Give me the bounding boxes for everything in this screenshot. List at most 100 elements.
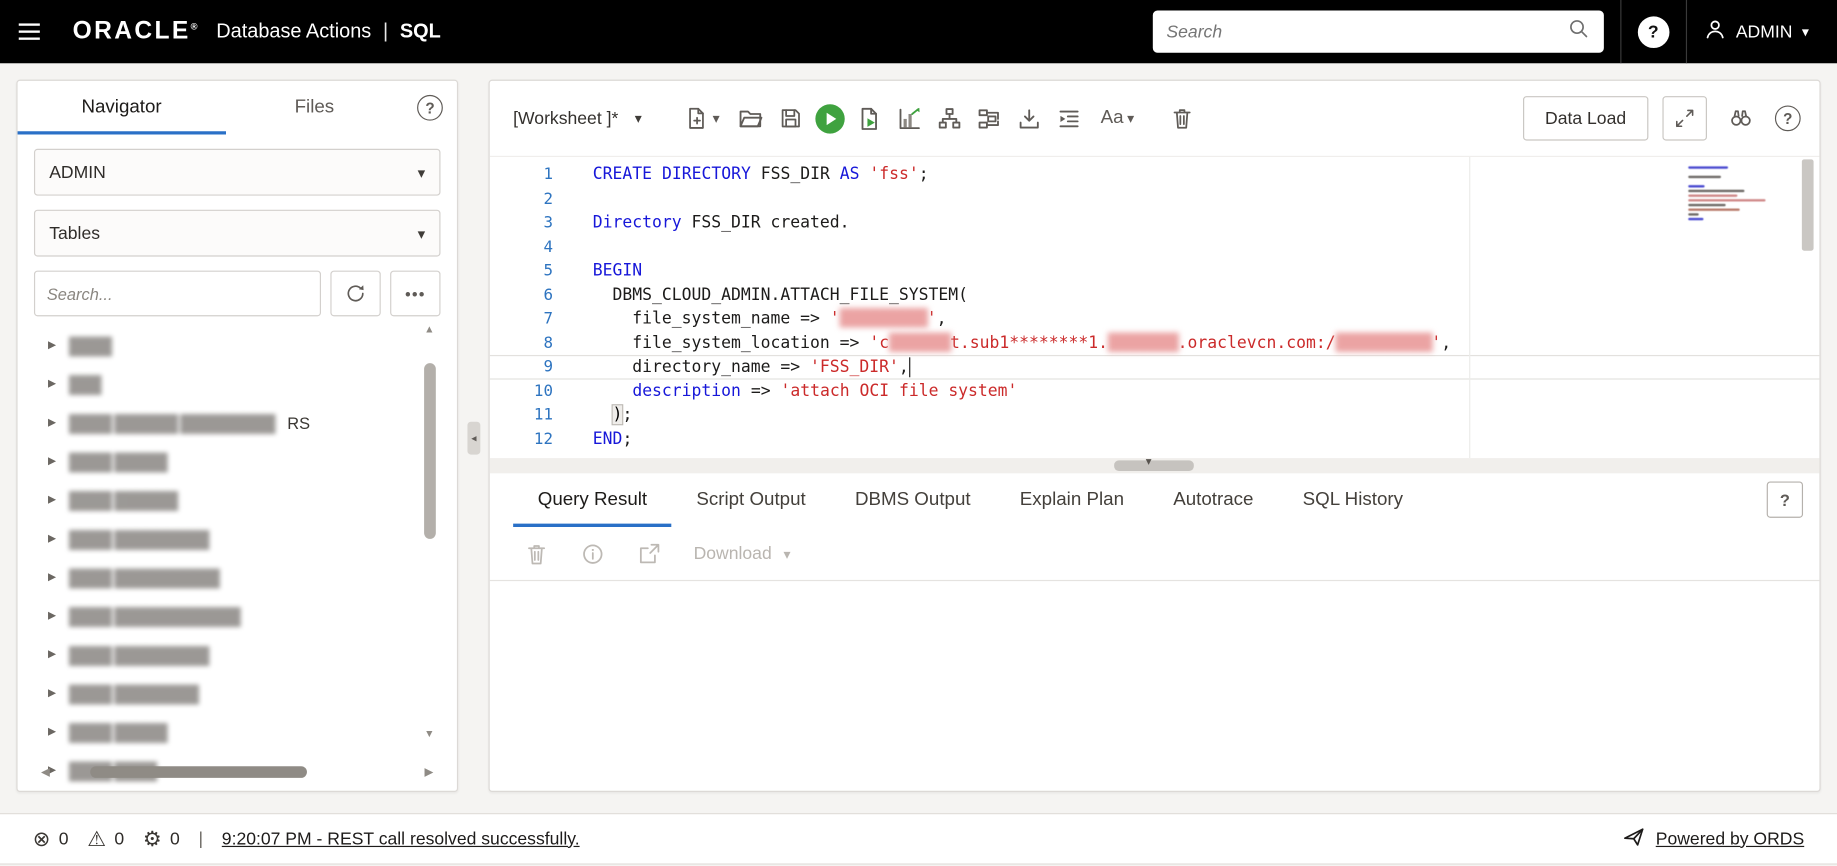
expand-caret-icon[interactable]: ▶ bbox=[48, 455, 56, 468]
tab-autotrace[interactable]: Autotrace bbox=[1149, 473, 1278, 527]
user-menu[interactable]: ADMIN ▾ bbox=[1703, 18, 1837, 46]
scrollbar-thumb[interactable] bbox=[90, 766, 307, 778]
code-line[interactable]: 9 directory_name => 'FSS_DIR', bbox=[489, 354, 1820, 379]
object-type-select[interactable]: Tables ▾ bbox=[33, 209, 441, 257]
tab-files[interactable]: Files bbox=[226, 81, 404, 135]
tab-script-output[interactable]: Script Output bbox=[672, 473, 831, 527]
refresh-button[interactable] bbox=[330, 270, 381, 317]
scroll-up-icon[interactable]: ▲ bbox=[424, 323, 434, 335]
help-icon[interactable]: ? bbox=[1637, 15, 1670, 48]
editor-horizontal-scrollbar[interactable]: ▾ bbox=[489, 456, 1820, 474]
expand-caret-icon[interactable]: ▶ bbox=[48, 339, 56, 352]
worksheet-selector[interactable]: [Worksheet ]* ▾ bbox=[513, 108, 642, 128]
tree-item[interactable]: ▶ ████ █████████ bbox=[48, 635, 457, 674]
tree-item[interactable]: ▶ ████ █████████ bbox=[48, 519, 457, 558]
code-line[interactable]: 11 ); bbox=[490, 403, 1820, 427]
tree-item[interactable]: ▶ ████ ██████████ bbox=[48, 558, 457, 597]
tree-item[interactable]: ▶ ████ bbox=[48, 326, 457, 365]
search-icon[interactable] bbox=[1567, 18, 1589, 46]
worksheet-help-icon[interactable]: ? bbox=[1774, 105, 1801, 132]
autotrace-chart-button[interactable] bbox=[890, 98, 930, 138]
tab-dbms-output[interactable]: DBMS Output bbox=[830, 473, 995, 527]
open-in-new-button[interactable] bbox=[637, 542, 660, 565]
sidebar-search-input[interactable] bbox=[33, 270, 322, 317]
tree-item[interactable]: ▶ ████ ████████████ bbox=[48, 596, 457, 635]
open-file-button[interactable] bbox=[731, 98, 771, 138]
code-line[interactable]: 2 bbox=[490, 187, 1820, 211]
warning-counter[interactable]: ⚠ 0 bbox=[87, 828, 124, 849]
font-size-button[interactable]: Aa ▾ bbox=[1089, 98, 1145, 138]
tree-item[interactable]: ▶ ███ bbox=[48, 364, 457, 403]
maximize-button[interactable] bbox=[1662, 96, 1707, 141]
results-help-icon[interactable]: ? bbox=[1766, 481, 1804, 518]
sidebar: Navigator Files ? ADMIN ▾ Tables ▾ ••• bbox=[16, 79, 459, 792]
clear-worksheet-button[interactable] bbox=[1162, 98, 1202, 138]
run-statement-button[interactable] bbox=[810, 98, 850, 138]
scrollbar-thumb[interactable] bbox=[1114, 460, 1194, 471]
more-actions-button[interactable]: ••• bbox=[390, 270, 441, 317]
status-divider: | bbox=[198, 828, 204, 849]
save-button[interactable] bbox=[771, 98, 811, 138]
expand-caret-icon[interactable]: ▶ bbox=[48, 377, 56, 390]
collapse-results-icon[interactable]: ▾ bbox=[1146, 456, 1152, 469]
code-line[interactable]: 7 file_system_name => '██████████', bbox=[490, 307, 1820, 331]
tab-explain-plan[interactable]: Explain Plan bbox=[995, 473, 1148, 527]
error-counter[interactable]: ⊗ 0 bbox=[33, 828, 69, 849]
tree-item[interactable]: ▶ ████ ██████ █████████ RS bbox=[48, 403, 457, 442]
clear-results-button[interactable] bbox=[525, 542, 548, 565]
expand-caret-icon[interactable]: ▶ bbox=[48, 725, 56, 738]
new-worksheet-button[interactable]: ▾ bbox=[675, 98, 731, 138]
expand-caret-icon[interactable]: ▶ bbox=[48, 532, 56, 545]
format-code-button[interactable] bbox=[1049, 98, 1089, 138]
collapse-sidebar-handle[interactable]: ◂ bbox=[467, 421, 481, 455]
tree-item[interactable]: ▶ ████ ██████ bbox=[48, 480, 457, 519]
tab-query-result[interactable]: Query Result bbox=[513, 473, 672, 527]
sidebar-horizontal-scrollbar[interactable]: ◀ ▶ bbox=[41, 764, 433, 780]
tab-sql-history[interactable]: SQL History bbox=[1278, 473, 1428, 527]
schema-select[interactable]: ADMIN ▾ bbox=[33, 148, 441, 196]
expand-caret-icon[interactable]: ▶ bbox=[48, 493, 56, 506]
app: ORACLE® Database Actions | SQL ? ADMIN ▾… bbox=[0, 0, 1837, 866]
powered-by[interactable]: Powered by ORDS bbox=[1623, 825, 1804, 852]
tree-item[interactable]: ▶ ████ ████████ bbox=[48, 674, 457, 713]
scroll-left-icon[interactable]: ◀ bbox=[41, 766, 50, 779]
sidebar-vertical-scrollbar[interactable]: ▲ ▼ bbox=[423, 323, 437, 739]
scroll-right-icon[interactable]: ▶ bbox=[424, 766, 433, 779]
code-line[interactable]: 6 DBMS_CLOUD_ADMIN.ATTACH_FILE_SYSTEM( bbox=[490, 283, 1820, 307]
sidebar-help-icon[interactable]: ? bbox=[417, 94, 443, 121]
sql-monitor-button[interactable] bbox=[970, 98, 1010, 138]
process-counter[interactable]: ⚙ 0 bbox=[143, 828, 180, 849]
code-line[interactable]: 3 Directory FSS_DIR created. bbox=[490, 211, 1820, 235]
expand-caret-icon[interactable]: ▶ bbox=[48, 416, 56, 429]
hamburger-menu-icon[interactable] bbox=[0, 0, 59, 63]
editor-vertical-scrollbar[interactable] bbox=[1801, 159, 1814, 455]
download-results-button[interactable]: Download ▾ bbox=[694, 544, 791, 564]
editor-minimap[interactable] bbox=[1688, 166, 1791, 222]
download-button[interactable] bbox=[1010, 98, 1050, 138]
explain-plan-button[interactable] bbox=[930, 98, 970, 138]
expand-caret-icon[interactable]: ▶ bbox=[48, 571, 56, 584]
find-replace-button[interactable] bbox=[1721, 98, 1761, 138]
scrollbar-thumb[interactable] bbox=[424, 363, 436, 539]
code-line[interactable]: 12 END; bbox=[490, 427, 1820, 451]
data-load-button[interactable]: Data Load bbox=[1522, 96, 1649, 141]
code-line[interactable]: 8 file_system_location => 'c███████t.sub… bbox=[490, 331, 1820, 355]
scroll-down-icon[interactable]: ▼ bbox=[424, 728, 434, 740]
tab-navigator[interactable]: Navigator bbox=[18, 81, 226, 135]
global-search-input[interactable] bbox=[1166, 21, 1568, 42]
code-editor[interactable]: 1 CREATE DIRECTORY FSS_DIR AS 'fss'; 2 3 Dir… bbox=[489, 155, 1820, 459]
code-text: DBMS_CLOUD_ADMIN.ATTACH_FILE_SYSTEM( bbox=[592, 285, 969, 305]
scrollbar-thumb[interactable] bbox=[1801, 159, 1814, 251]
code-line[interactable]: 1 CREATE DIRECTORY FSS_DIR AS 'fss'; bbox=[490, 163, 1820, 187]
code-line[interactable]: 4 bbox=[490, 235, 1820, 259]
expand-caret-icon[interactable]: ▶ bbox=[48, 609, 56, 622]
results-info-button[interactable] bbox=[581, 542, 604, 565]
run-script-button[interactable] bbox=[850, 98, 890, 138]
expand-caret-icon[interactable]: ▶ bbox=[48, 648, 56, 661]
tree-item[interactable]: ▶ ████ █████ bbox=[48, 712, 457, 751]
status-message-link[interactable]: 9:20:07 PM - REST call resolved successf… bbox=[222, 829, 580, 849]
tree-item[interactable]: ▶ ████ █████ bbox=[48, 442, 457, 481]
expand-caret-icon[interactable]: ▶ bbox=[48, 687, 56, 700]
code-line[interactable]: 5 BEGIN bbox=[490, 259, 1820, 283]
code-line[interactable]: 10 description => 'attach OCI file syste… bbox=[490, 379, 1820, 403]
